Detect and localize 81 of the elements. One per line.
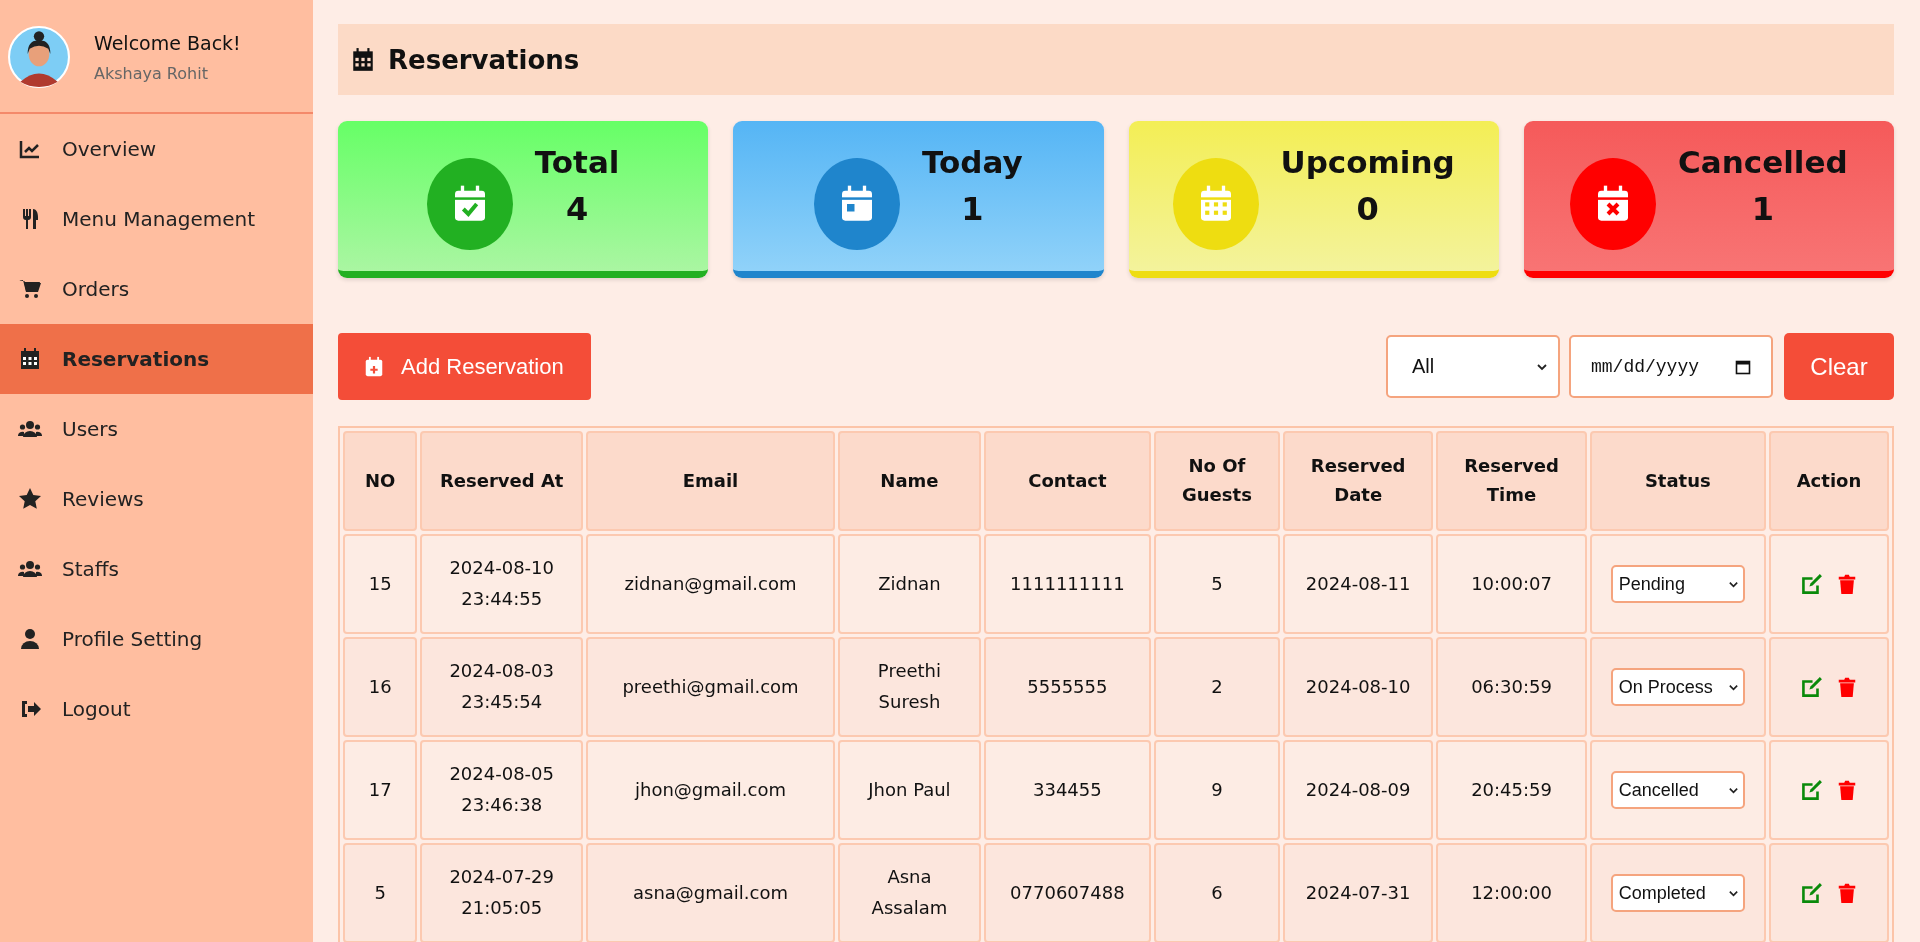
welcome-text: Welcome Back! [94, 31, 241, 54]
avatar-icon [8, 26, 70, 88]
card-value: 0 [1356, 190, 1379, 228]
edit-icon[interactable] [1799, 571, 1825, 597]
card-value: 1 [1751, 190, 1774, 228]
card-label: Cancelled [1678, 144, 1848, 180]
calendar-icon [18, 347, 42, 371]
status-select[interactable]: Completed [1610, 874, 1745, 912]
edit-icon[interactable] [1799, 880, 1825, 906]
user-icon [18, 627, 42, 651]
table-cell: 2024-07-29 21:05:05 [449, 866, 554, 918]
status-filter-select[interactable]: All [1386, 335, 1560, 398]
status-select[interactable]: Cancelled [1610, 771, 1745, 809]
table-cell: 2024-08-05 23:46:38 [449, 763, 554, 815]
table-cell: 15 [368, 572, 392, 594]
table-cell: 2 [1211, 675, 1223, 697]
card-label: Total [534, 144, 620, 180]
table-cell: preethi@gmail.com [622, 675, 799, 697]
table-cell: Jhon Paul [868, 778, 951, 800]
table-cell: Preethi Suresh [877, 660, 942, 712]
table-cell: 2024-08-10 [1305, 675, 1411, 697]
edit-icon[interactable] [1799, 777, 1825, 803]
sidebar-item[interactable]: Menu Management [0, 184, 313, 254]
table-cell: 12:00:00 [1471, 881, 1552, 903]
table-cell: 2024-07-31 [1305, 881, 1411, 903]
table-cell: Zidnan [878, 572, 941, 594]
column-header: Contact [1028, 469, 1107, 491]
column-header: NO [365, 469, 396, 491]
table-cell: 2024-08-03 23:45:54 [449, 660, 554, 712]
status-select[interactable]: Pending [1610, 565, 1745, 603]
table-cell: 6 [1211, 881, 1223, 903]
table-cell: 2024-08-10 23:44:55 [449, 557, 554, 609]
card-value: 4 [566, 190, 589, 228]
table-cell: 06:30:59 [1471, 675, 1552, 697]
sidebar-item[interactable]: Profile Setting [0, 604, 313, 674]
calendar-icon [350, 46, 376, 73]
calendar-plus-icon [363, 355, 385, 378]
sidebar-item[interactable]: Overview [0, 114, 313, 184]
table-cell: 16 [368, 675, 392, 697]
page-title: Reservations [388, 44, 580, 75]
star-icon [18, 487, 42, 511]
column-header: Status [1644, 469, 1711, 491]
edit-icon[interactable] [1799, 674, 1825, 700]
table-cell: 9 [1211, 778, 1223, 800]
table-cell: 334455 [1033, 778, 1102, 800]
table-cell: Asna Assalam [871, 866, 948, 918]
column-header: Reserved Time [1464, 455, 1559, 505]
column-header: Reserved At [439, 469, 564, 491]
table-cell: 5 [374, 881, 386, 903]
table-cell: 1111111111 [1010, 572, 1125, 594]
table-cell: 17 [368, 778, 392, 800]
column-header: Name [880, 469, 939, 491]
table-cell: 0770607488 [1010, 881, 1125, 903]
sidebar-item[interactable]: Reservations [0, 324, 313, 394]
add-reservation-button[interactable]: Add Reservation [338, 333, 591, 400]
column-header: Email [682, 469, 739, 491]
date-field[interactable]: mm/dd/yyyy [1569, 335, 1773, 398]
column-header: Reserved Date [1310, 455, 1406, 505]
table-cell: 10:00:07 [1471, 572, 1552, 594]
sidebar-item[interactable]: Staffs [0, 534, 313, 604]
status-select[interactable]: On Process [1610, 668, 1745, 706]
column-header: Action [1796, 469, 1862, 491]
table-cell: 5555555 [1027, 675, 1108, 697]
sidebar-item[interactable]: Reviews [0, 464, 313, 534]
calendar-icon [1735, 358, 1751, 375]
sidebar-item[interactable]: Orders [0, 254, 313, 324]
table-cell: asna@gmail.com [633, 881, 788, 903]
table-cell: zidnan@gmail.com [624, 572, 797, 594]
card-value: 1 [961, 190, 984, 228]
column-header: No Of Guests [1182, 455, 1252, 505]
table-cell: 5 [1211, 572, 1223, 594]
table-cell: 20:45:59 [1471, 778, 1552, 800]
user-name: Akshaya Rohit [94, 63, 209, 83]
table-cell: 2024-08-11 [1305, 572, 1411, 594]
table-cell: 2024-08-09 [1305, 778, 1411, 800]
clear-button[interactable]: Clear [1784, 333, 1894, 400]
sidebar-item[interactable]: Logout [0, 674, 313, 744]
card-label: Upcoming [1280, 144, 1455, 180]
sidebar-item[interactable]: Users [0, 394, 313, 464]
card-label: Today [922, 144, 1023, 180]
table-cell: jhon@gmail.com [635, 778, 786, 800]
